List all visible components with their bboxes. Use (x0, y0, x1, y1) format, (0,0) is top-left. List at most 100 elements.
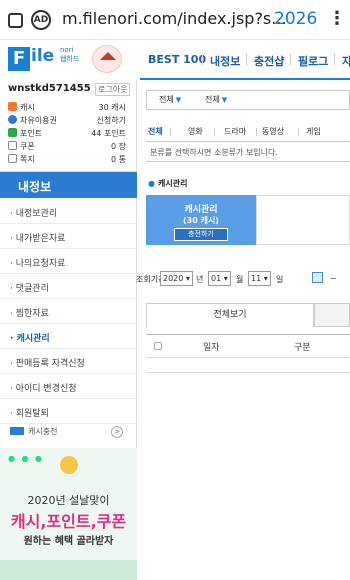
banner-line2: 캐시,포인트,쿠폰 (10, 512, 127, 531)
sidebar-menu-header: 내정보 (0, 172, 137, 198)
logo-text: ile (31, 46, 55, 66)
day-value: 11 (251, 274, 262, 283)
logout-button[interactable]: 로그아웃 (95, 83, 131, 96)
logo-letter: F (8, 47, 30, 71)
day-unit: 일 (276, 275, 284, 284)
genre-divider (298, 128, 299, 136)
sidebar-item-label: 아이디 변경신청 (15, 384, 77, 394)
stat-freepass[interactable]: 자유이용권 신청하기 (8, 115, 128, 127)
table-header: 일자 구분 (146, 334, 350, 358)
sidebar-item-seller[interactable]: · 판매등록 자격신청 (0, 350, 137, 374)
genre-tab-game[interactable]: 게임 (306, 126, 321, 137)
nav-charge-shop[interactable]: 충전샵 (254, 53, 284, 69)
col-type: 구분 (294, 343, 311, 353)
sidebar-item-label: 댓글관리 (15, 284, 49, 294)
dropdown-arrow-icon: ▼ (221, 96, 228, 104)
nav-more[interactable]: 자 (342, 53, 350, 69)
house-icon (92, 45, 122, 73)
period-dash: ~ (330, 274, 337, 283)
cash-summary-box-2 (256, 195, 350, 245)
logo-subtext: nori 웹하드 (60, 46, 79, 64)
month-select[interactable]: 01 ▾ (208, 271, 231, 286)
cash-charge-link[interactable]: 캐시충전 > (0, 420, 137, 444)
logo-sub-1: nori (60, 46, 74, 54)
banner-dots: ● ● ● (8, 454, 45, 463)
stat-cash[interactable]: 캐시 30 캐시 (8, 102, 128, 114)
user-info-box: wnstkd571455 로그아웃 캐시 30 캐시 자유이용권 신청하기 포인… (0, 80, 137, 172)
genre-tab-video[interactable]: 동영상 (262, 126, 284, 137)
year-select[interactable]: 2020 ▾ (160, 271, 193, 286)
category-select-row: 전체 ▼ 전체 ▼ (146, 90, 350, 110)
top-nav: BEST 100 내정보 충전샵 필로그 자 (140, 40, 350, 80)
tab-other[interactable] (314, 303, 350, 327)
coupon-icon (8, 141, 17, 150)
ad-block-icon[interactable]: AD (31, 10, 51, 30)
stat-point[interactable]: 포인트 44 포인트 (8, 128, 128, 140)
select-all-checkbox[interactable] (154, 342, 162, 350)
sidebar-item-label: 캐시관리 (16, 334, 50, 344)
genre-divider (170, 128, 171, 136)
sidebar-item-received[interactable]: · 내가받은자료 (0, 225, 137, 249)
category-select-2-value: 전체 (205, 95, 220, 104)
left-sidebar: wnstkd571455 로그아웃 캐시 30 캐시 자유이용권 신청하기 포인… (0, 80, 137, 580)
sidebar-item-label: 판매등록 자격신청 (15, 359, 85, 369)
sidebar-item-label: 내정보관리 (15, 209, 58, 219)
genre-tab-all[interactable]: 전체 (148, 126, 163, 137)
home-square-icon[interactable] (8, 13, 23, 28)
month-value: 01 (211, 274, 222, 283)
nav-divider (290, 54, 291, 65)
tab-count[interactable]: 2026 (274, 9, 317, 29)
sidebar-item-requests[interactable]: · 나의요청자료 (0, 250, 137, 274)
col-date: 일자 (203, 343, 220, 353)
chevron-right-icon[interactable]: > (111, 426, 123, 438)
url-text[interactable]: m.filenori.com/index.jsp?s... (62, 9, 287, 28)
logo-sub-2: 웹하드 (60, 55, 80, 63)
stat-cash-value: 30 캐시 (98, 103, 126, 112)
genre-tabs: 전체 영화 드라마 동영상 게임 (146, 124, 350, 142)
calendar-icon[interactable] (312, 272, 323, 283)
nav-myinfo[interactable]: 내정보 (210, 53, 240, 69)
sidebar-item-label: 나의요청자료 (15, 259, 66, 269)
year-value: 2020 (163, 274, 184, 283)
stat-point-value: 44 포인트 (91, 129, 126, 138)
stat-coupon[interactable]: 쿠폰 0 장 (8, 141, 128, 153)
genre-divider (256, 128, 257, 136)
genre-note: 분류를 선택하시면 소분류가 보입니다. (146, 142, 350, 162)
sidebar-item-favorites[interactable]: · 찜한자료 (0, 300, 137, 324)
message-icon (8, 154, 17, 163)
cash-icon (8, 102, 17, 111)
bullet-icon: ● (148, 179, 155, 188)
nav-best100[interactable]: BEST 100 (148, 53, 206, 66)
sidebar-item-cash[interactable]: · 캐시관리 (0, 325, 137, 349)
cash-charge-label: 캐시충전 (28, 427, 58, 436)
genre-tab-movie[interactable]: 영화 (188, 126, 203, 137)
stat-message[interactable]: 쪽지 0 통 (8, 154, 128, 166)
cash-box-amount: (30 캐시) (183, 216, 219, 225)
sidebar-item-change-id[interactable]: · 아이디 변경신청 (0, 375, 137, 399)
stat-coupon-label: 쿠폰 (20, 142, 35, 151)
stat-message-label: 쪽지 (20, 155, 35, 164)
nav-filog[interactable]: 필로그 (298, 53, 328, 69)
tab-view-all[interactable]: 전체보기 (146, 303, 314, 327)
point-icon (8, 128, 17, 137)
charge-button[interactable]: 충전하기 (174, 228, 228, 241)
genre-divider (214, 128, 215, 136)
category-select-1-value: 전체 (159, 95, 174, 104)
day-select[interactable]: 11 ▾ (248, 271, 271, 286)
stat-coupon-value: 0 장 (111, 142, 126, 151)
sidebar-item-myinfo[interactable]: · 내정보관리 (0, 200, 137, 224)
site-logo[interactable]: F ile nori 웹하드 (0, 40, 140, 80)
sidebar-item-comments[interactable]: · 댓글관리 (0, 275, 137, 299)
category-select-2[interactable]: 전체 ▼ (205, 94, 227, 105)
stat-message-value: 0 통 (111, 155, 126, 164)
freepass-icon (8, 115, 17, 124)
promo-banner[interactable]: ● ● ● 2020년 설날맞이 캐시,포인트,쿠폰 원하는 혜택 골라받자 (0, 448, 137, 580)
banner-line1: 2020년 설날맞이 (27, 494, 110, 507)
genre-tab-drama[interactable]: 드라마 (224, 126, 246, 137)
card-icon (10, 427, 24, 435)
browser-menu-icon[interactable]: ⋮ (328, 8, 346, 29)
category-select-1[interactable]: 전체 ▼ (159, 94, 181, 105)
cash-summary-box: 캐시관리 (30 캐시) 충전하기 (146, 195, 256, 245)
stat-point-label: 포인트 (20, 129, 43, 138)
sidebar-item-label: 찜한자료 (15, 309, 49, 319)
